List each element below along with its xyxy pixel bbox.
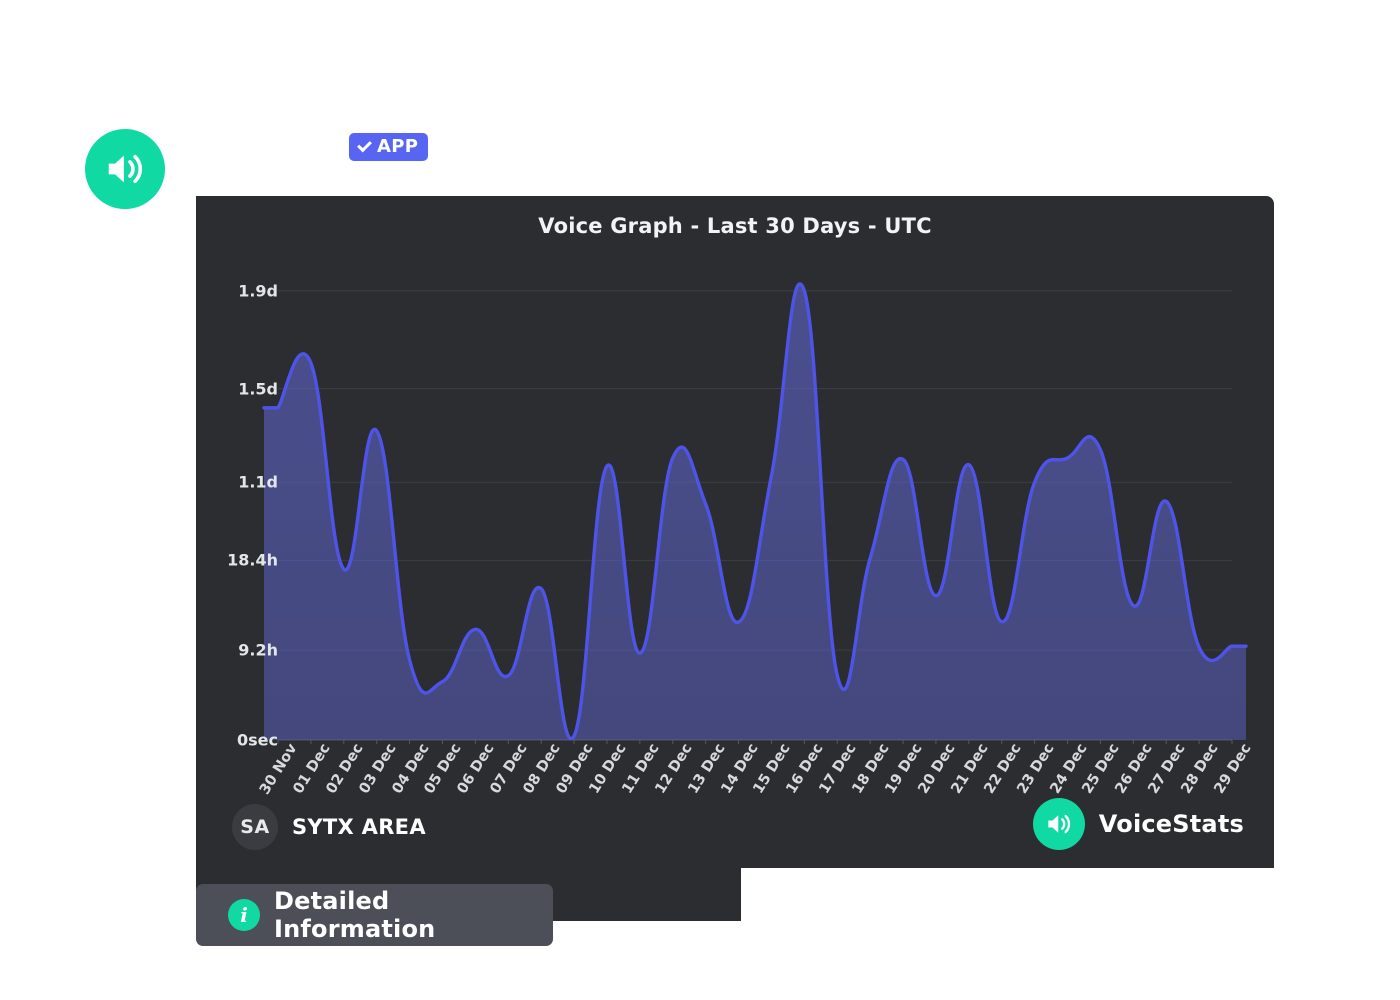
info-icon: i bbox=[228, 899, 260, 931]
server-identity: SA SYTX AREA bbox=[232, 804, 426, 850]
brand-identity: VoiceStats bbox=[1032, 798, 1244, 850]
speaker-icon bbox=[1032, 798, 1085, 850]
card-backdrop-corner bbox=[551, 868, 741, 921]
avatar: SA bbox=[232, 804, 278, 850]
detailed-information-label: Detailed Information bbox=[274, 887, 436, 943]
voice-graph-card: Voice Graph - Last 30 Days - UTC 30 Nov 0… bbox=[196, 196, 1274, 868]
chart-plot-area bbox=[196, 252, 1274, 744]
app-badge: APP bbox=[349, 133, 429, 161]
speaker-icon bbox=[85, 129, 165, 209]
brand-name: VoiceStats bbox=[1098, 810, 1244, 838]
page-title: Voice Graph - Last 30 Days - UTC bbox=[538, 214, 932, 238]
server-name: SYTX AREA bbox=[292, 815, 426, 839]
app-badge-label: APP bbox=[377, 136, 419, 157]
screenshot-root: APP Voice Graph - Last 30 Days - UTC 30 … bbox=[0, 0, 1400, 1000]
detailed-information-button[interactable]: i Detailed Information bbox=[196, 884, 553, 946]
voice-area-chart bbox=[262, 282, 1248, 744]
check-icon bbox=[357, 140, 372, 155]
